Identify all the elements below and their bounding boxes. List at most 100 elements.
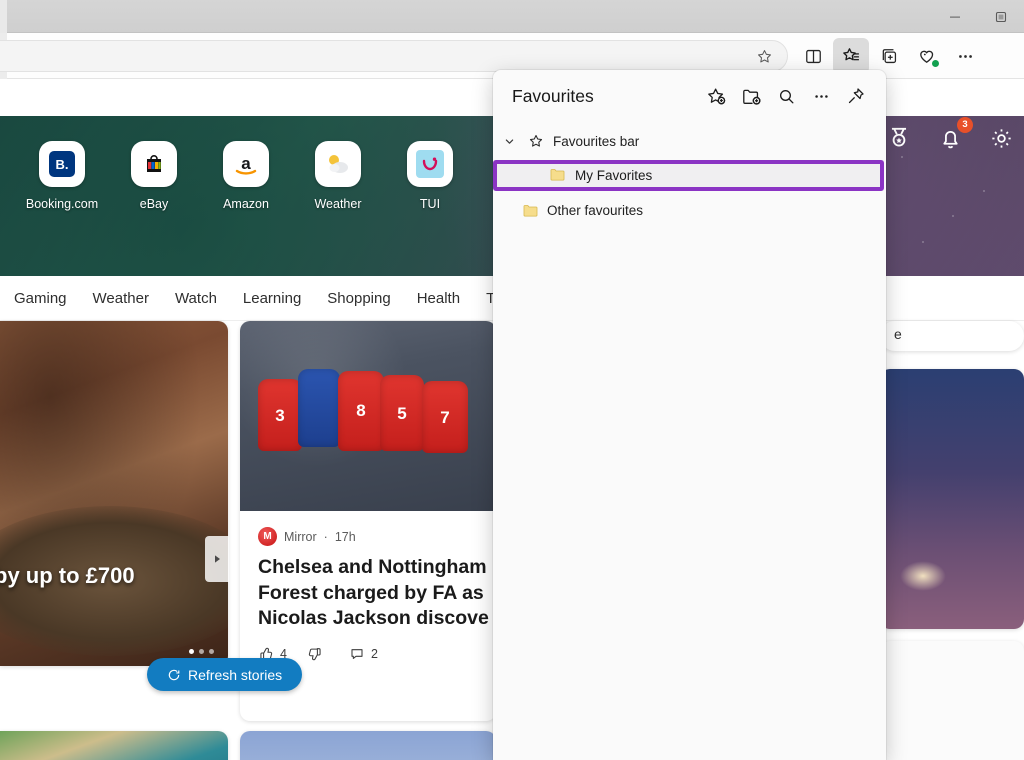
article-source: Mirror bbox=[284, 529, 317, 544]
jersey: 7 bbox=[422, 381, 468, 453]
shortcut-label: TUI bbox=[419, 197, 441, 211]
jersey-number: 5 bbox=[397, 403, 407, 423]
jersey bbox=[298, 369, 340, 447]
chevron-down-icon[interactable] bbox=[499, 136, 519, 147]
hero-action-icons: 3 bbox=[886, 116, 1014, 151]
ebay-icon bbox=[131, 141, 177, 187]
pin-icon bbox=[848, 88, 864, 104]
add-favourite-button[interactable] bbox=[700, 80, 732, 112]
dislike-button[interactable] bbox=[307, 646, 329, 662]
toolbar-buttons bbox=[795, 38, 983, 74]
tree-item-label: My Favorites bbox=[575, 168, 653, 183]
jersey-number: 8 bbox=[356, 401, 366, 421]
article-body: M Mirror · 17h Chelsea and Nottingham Fo… bbox=[240, 511, 496, 662]
window-title-bar bbox=[0, 0, 1024, 33]
tree-item-my-favorites[interactable]: My Favorites bbox=[493, 160, 884, 191]
feed-tab-shopping[interactable]: Shopping bbox=[327, 290, 390, 307]
gear-icon bbox=[992, 128, 1011, 148]
tree-item-label: Favourites bar bbox=[553, 133, 640, 149]
feed-tab-weather[interactable]: Weather bbox=[93, 290, 149, 307]
article-image: 3 8 5 7 bbox=[240, 321, 496, 511]
article-time: 17h bbox=[334, 529, 356, 544]
play-triangle-icon bbox=[215, 555, 220, 563]
feed-card-town[interactable] bbox=[0, 731, 228, 760]
comments-button[interactable]: 2 bbox=[349, 646, 378, 662]
shortcut-weather[interactable]: Weather bbox=[292, 141, 384, 231]
source-separator: · bbox=[323, 529, 328, 544]
page-settings-button[interactable] bbox=[989, 126, 1014, 151]
right-card-aurora[interactable] bbox=[880, 369, 1024, 629]
search-icon bbox=[779, 89, 794, 104]
jersey-number: 3 bbox=[275, 406, 285, 426]
feed-tab-gaming[interactable]: Gaming bbox=[14, 290, 67, 307]
maximize-icon bbox=[995, 11, 1007, 22]
right-card-blank[interactable] bbox=[880, 641, 1024, 760]
folder-icon bbox=[549, 166, 566, 186]
star-outline-icon bbox=[525, 133, 547, 149]
thumbs-down-icon bbox=[308, 648, 321, 661]
shortcut-label: Amazon bbox=[223, 197, 269, 211]
carousel-next-button[interactable] bbox=[205, 536, 229, 582]
feed-tab-learning[interactable]: Learning bbox=[243, 290, 301, 307]
notification-badge: 3 bbox=[957, 116, 973, 133]
ellipsis-icon bbox=[958, 54, 972, 58]
search-favourites-button[interactable] bbox=[770, 80, 802, 112]
address-bar[interactable] bbox=[0, 40, 788, 72]
promo-card[interactable]: by up to £700 bbox=[0, 321, 228, 666]
star-plus-icon bbox=[707, 87, 725, 104]
minimize-icon bbox=[950, 16, 960, 18]
aurora-glow bbox=[900, 561, 946, 591]
svg-text:a: a bbox=[241, 154, 251, 173]
refresh-icon bbox=[168, 669, 180, 680]
window-controls bbox=[932, 0, 1024, 33]
feed-card-branches[interactable] bbox=[240, 731, 496, 760]
collections-icon bbox=[882, 48, 896, 63]
shortcut-amazon[interactable]: a Amazon bbox=[200, 141, 292, 231]
medal-icon bbox=[891, 127, 907, 147]
collections-button[interactable] bbox=[871, 38, 907, 74]
favourites-star-list-icon bbox=[843, 48, 859, 61]
minimize-button[interactable] bbox=[932, 0, 978, 33]
settings-and-more-button[interactable] bbox=[947, 38, 983, 74]
refresh-stories-label: Refresh stories bbox=[188, 666, 283, 683]
favourites-panel: Favourites Favourites bar My Favorites O… bbox=[493, 70, 886, 760]
shortcut-label: Booking.com bbox=[25, 197, 99, 211]
article-headline: Chelsea and Nottingham Forest charged by… bbox=[258, 555, 489, 632]
add-folder-button[interactable] bbox=[735, 80, 767, 112]
shortcut-ebay[interactable]: eBay bbox=[108, 141, 200, 231]
jersey-number: 7 bbox=[440, 408, 450, 428]
split-screen-icon bbox=[805, 49, 821, 63]
favourites-panel-actions bbox=[700, 80, 872, 112]
article-headline-line: Chelsea and Nottingham bbox=[258, 556, 487, 578]
notifications-button[interactable]: 3 bbox=[938, 116, 973, 151]
browser-essentials-button[interactable] bbox=[909, 38, 945, 74]
pin-pane-button[interactable] bbox=[840, 80, 872, 112]
weather-icon bbox=[315, 141, 361, 187]
rewards-medal-button[interactable] bbox=[886, 125, 912, 151]
favourites-panel-title: Favourites bbox=[512, 85, 594, 106]
favourites-more-options-button[interactable] bbox=[805, 80, 837, 112]
feed-tab-health[interactable]: Health bbox=[417, 290, 460, 307]
maximize-button[interactable] bbox=[978, 0, 1024, 33]
tree-item-other-favourites[interactable]: Other favourites bbox=[493, 195, 886, 225]
feed-tab-watch[interactable]: Watch bbox=[175, 290, 217, 307]
shortcut-label: eBay bbox=[139, 197, 169, 211]
folder-plus-icon bbox=[742, 89, 760, 105]
shortcut-tui[interactable]: TUI bbox=[384, 141, 476, 231]
amazon-icon: a bbox=[223, 141, 269, 187]
refresh-stories-button[interactable]: Refresh stories bbox=[147, 658, 303, 691]
split-screen-button[interactable] bbox=[795, 38, 831, 74]
tree-item-label: Other favourites bbox=[547, 202, 644, 218]
favourites-tree: Favourites bar My Favorites Other favour… bbox=[493, 122, 886, 225]
promo-image bbox=[0, 321, 228, 666]
star-outline-icon[interactable] bbox=[756, 48, 773, 65]
favourites-button[interactable] bbox=[833, 38, 869, 74]
right-pill-card[interactable]: e bbox=[880, 321, 1024, 351]
status-check-badge bbox=[931, 59, 940, 68]
comment-count: 2 bbox=[370, 647, 378, 662]
jersey: 3 bbox=[258, 379, 302, 451]
article-source-row: M Mirror · 17h bbox=[258, 527, 478, 546]
tree-item-my-favorites-wrapper: My Favorites bbox=[493, 160, 884, 191]
tree-item-favourites-bar[interactable]: Favourites bar bbox=[493, 126, 886, 156]
shortcut-booking-com[interactable]: B. Booking.com bbox=[16, 141, 108, 231]
